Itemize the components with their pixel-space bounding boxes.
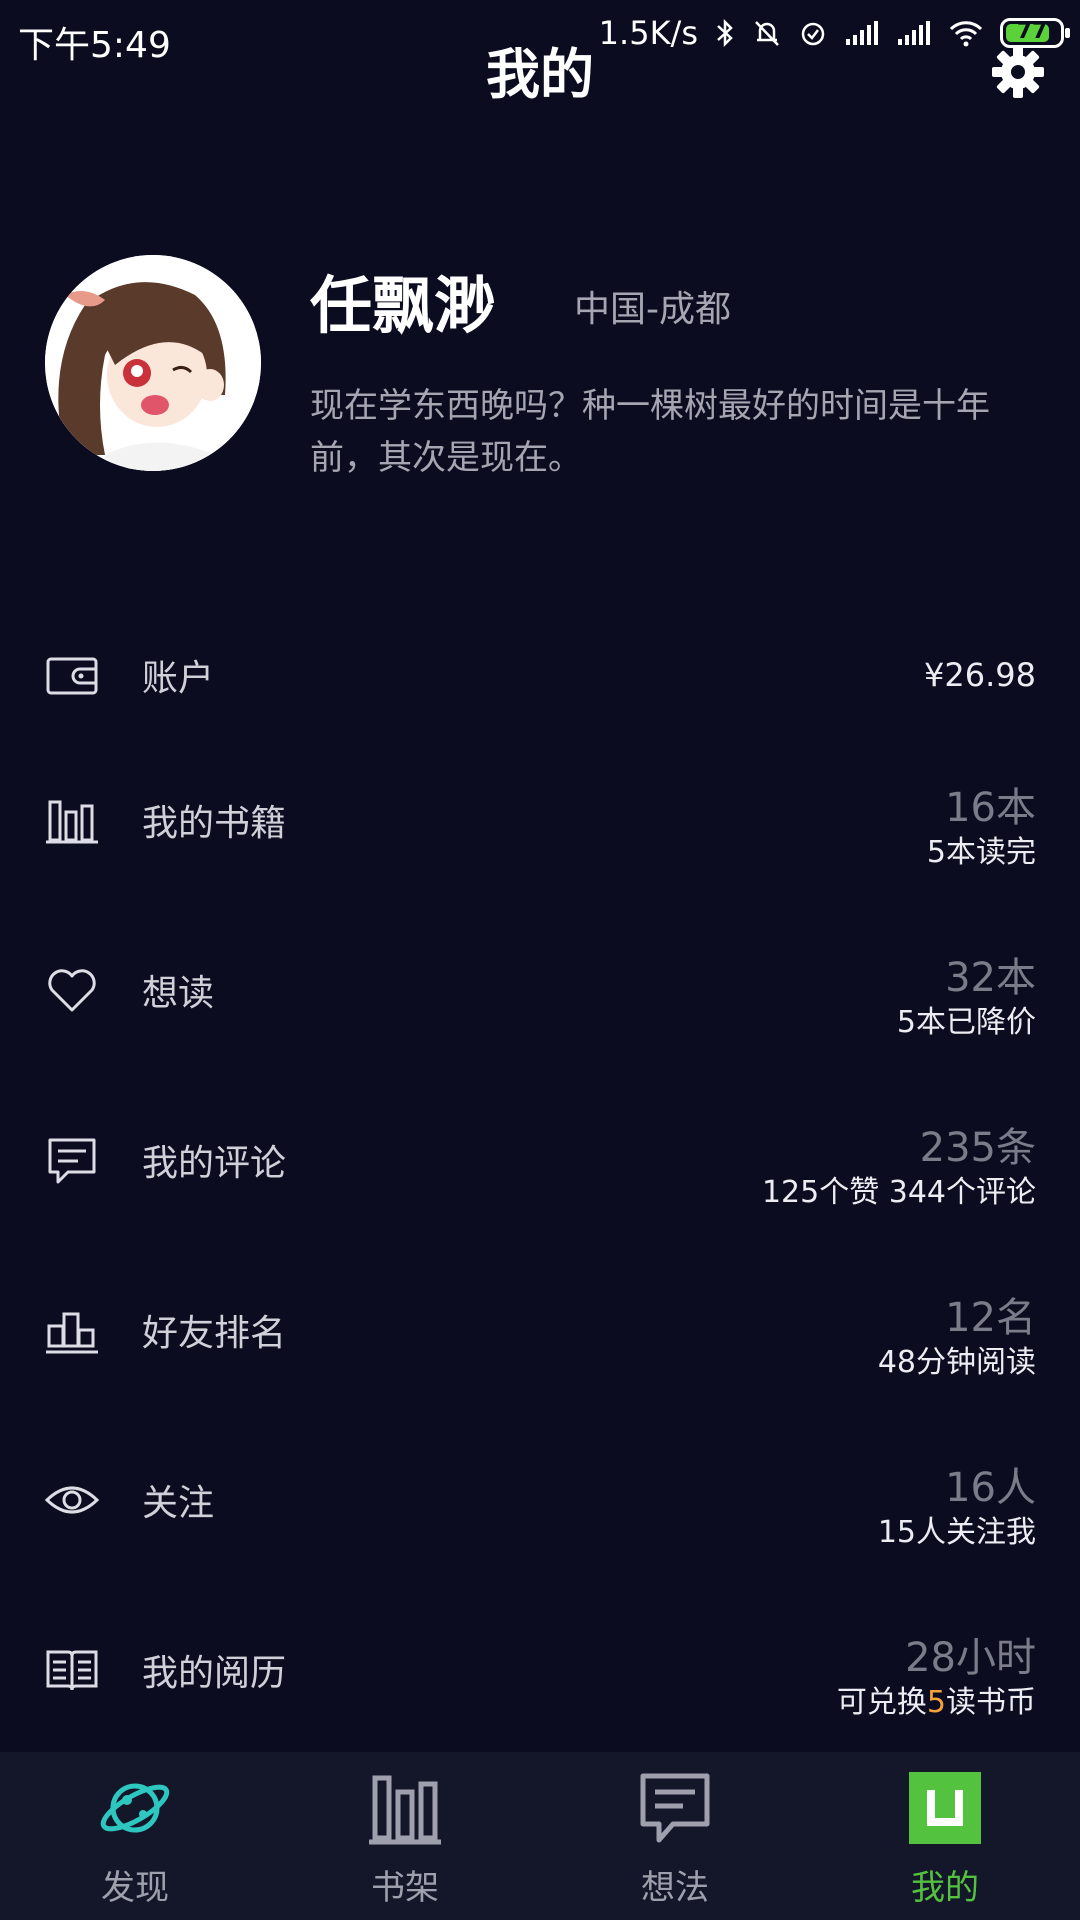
tab-mine[interactable]: 我的 xyxy=(810,1752,1080,1920)
tab-bookshelf[interactable]: 书架 xyxy=(270,1752,540,1920)
menu-label: 关注 xyxy=(142,1483,215,1524)
bottom-nav: 发现 书架 想法 我的 xyxy=(0,1752,1080,1920)
wishlist-count: 32本 xyxy=(945,955,1036,1001)
user-square-icon xyxy=(909,1772,981,1844)
menu-item-history[interactable]: 我的阅历 28小时 可兑换5读书币 xyxy=(0,1595,1080,1745)
comments-stats: 125个赞 344个评论 xyxy=(761,1175,1036,1210)
tab-discover[interactable]: 发现 xyxy=(0,1752,270,1920)
books-finished: 5本读完 xyxy=(926,835,1036,870)
coin-exchange-text: 可兑换5读书币 xyxy=(836,1685,1036,1720)
tab-label: 发现 xyxy=(101,1868,169,1908)
avatar-illustration xyxy=(45,255,261,471)
planet-icon xyxy=(100,1783,170,1833)
ranking-position: 12名 xyxy=(945,1295,1036,1341)
avatar[interactable] xyxy=(45,255,261,471)
coin-amount: 5 xyxy=(926,1685,946,1720)
followers-count: 15人关注我 xyxy=(877,1515,1036,1550)
menu-label: 我的评论 xyxy=(142,1143,287,1184)
menu-label: 我的书籍 xyxy=(142,803,287,844)
menu-label: 账户 xyxy=(142,658,215,699)
following-count: 16人 xyxy=(945,1465,1036,1511)
menu-item-books[interactable]: 我的书籍 16本 5本读完 xyxy=(0,745,1080,895)
menu-item-follow[interactable]: 关注 16人 15人关注我 xyxy=(0,1425,1080,1575)
wishlist-discount: 5本已降价 xyxy=(896,1005,1036,1040)
bookshelf-icon xyxy=(369,1775,441,1845)
menu-label: 想读 xyxy=(142,973,215,1014)
tab-label: 想法 xyxy=(641,1868,709,1908)
menu-label: 我的阅历 xyxy=(142,1653,287,1694)
open-book-icon xyxy=(46,1650,98,1691)
heart-icon xyxy=(48,969,96,1012)
menu-item-comments[interactable]: 我的评论 235条 125个赞 344个评论 xyxy=(0,1085,1080,1235)
profile-location: 中国-成都 xyxy=(574,289,731,330)
settings-gear-icon[interactable] xyxy=(990,44,1046,100)
menu-label: 好友排名 xyxy=(142,1313,287,1354)
eye-icon xyxy=(44,1486,100,1514)
comment-icon xyxy=(48,1138,96,1184)
comments-count: 235条 xyxy=(919,1125,1036,1171)
comment-icon xyxy=(640,1773,710,1843)
menu-item-wishlist[interactable]: 想读 32本 5本已降价 xyxy=(0,915,1080,1065)
tab-label: 书架 xyxy=(371,1868,439,1908)
reading-hours: 28小时 xyxy=(905,1635,1036,1681)
profile-name: 任飘渺 xyxy=(310,269,497,342)
menu-item-account[interactable]: 账户 ¥26.98 xyxy=(0,600,1080,750)
profile-bio: 现在学东西晚吗？种一棵树最好的时间是十年前，其次是现在。 xyxy=(310,386,990,478)
tab-ideas[interactable]: 想法 xyxy=(540,1752,810,1920)
wallet-icon xyxy=(46,657,98,695)
menu-item-ranking[interactable]: 好友排名 12名 48分钟阅读 xyxy=(0,1255,1080,1405)
ranking-reading-time: 48分钟阅读 xyxy=(877,1345,1036,1380)
bookshelf-icon xyxy=(46,800,98,844)
podium-icon xyxy=(46,1312,98,1354)
tab-label: 我的 xyxy=(911,1868,979,1908)
books-count: 16本 xyxy=(945,785,1036,831)
page-title: 我的 xyxy=(486,43,594,106)
account-balance: ¥26.98 xyxy=(924,656,1036,694)
